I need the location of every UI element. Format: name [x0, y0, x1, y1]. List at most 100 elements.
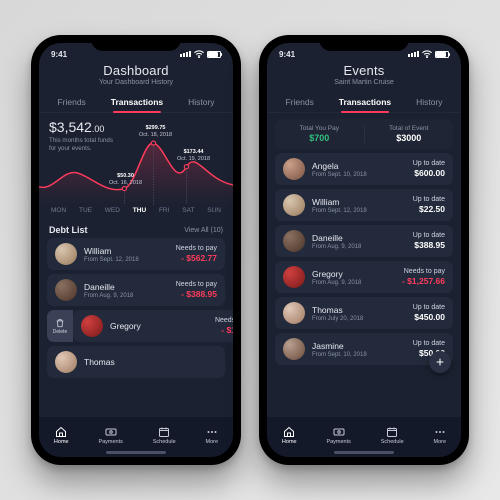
person-date: From July 20, 2018 [312, 316, 413, 322]
person-date: From Sept. 12, 2018 [84, 257, 176, 263]
nav-schedule[interactable]: Schedule [381, 426, 404, 445]
page-subtitle: Your Dashboard History [39, 79, 233, 86]
page-title: Events [267, 63, 461, 78]
nav-payments[interactable]: Payments [326, 426, 350, 445]
person-date: From Sept. 10, 2018 [312, 352, 413, 358]
amount: $22.50 [413, 204, 445, 214]
tab-transactions[interactable]: Transactions [107, 92, 167, 112]
status-label: Needs to [215, 317, 233, 324]
page-subtitle: Saint Martin Cruise [267, 79, 461, 86]
page-title: Dashboard [39, 63, 233, 78]
trash-icon [55, 318, 65, 328]
tab-history[interactable]: History [412, 92, 446, 112]
tab-transactions[interactable]: Transactions [335, 92, 395, 112]
amount: - $562.77 [176, 253, 217, 263]
tabs: Friends Transactions History [267, 92, 461, 113]
list-item[interactable]: DaneilleFrom Aug. 9, 2018Up to date$388.… [275, 225, 453, 257]
avatar [55, 243, 77, 265]
avatar [283, 266, 305, 288]
person-name: Thomas [84, 357, 217, 367]
list-item[interactable]: DeleteGregoryNeeds to- $1,2 [73, 310, 233, 342]
list-item[interactable]: JasmineFrom Sept. 10, 2018Up to date$50.… [275, 333, 453, 365]
amount: - $1,257.66 [402, 276, 445, 286]
status-label: Up to date [413, 304, 445, 311]
status-label: Needs to pay [402, 268, 445, 275]
nav-more[interactable]: More [434, 426, 447, 445]
nav-schedule[interactable]: Schedule [153, 426, 176, 445]
home-indicator[interactable] [106, 451, 166, 454]
amount: $600.00 [413, 168, 445, 178]
total-event-value: 3000 [365, 133, 454, 143]
status-label: Needs to pay [176, 245, 217, 252]
notch [91, 35, 181, 51]
person-name: William [84, 246, 176, 256]
chart[interactable]: $50.30Oct. 16, 2018 $299.75Oct. 18, 2018… [39, 123, 233, 205]
delete-button[interactable]: Delete [47, 310, 73, 342]
payments-icon [333, 426, 345, 438]
avatar [283, 302, 305, 324]
person-name: Gregory [110, 321, 215, 331]
amount: $388.95 [413, 240, 445, 250]
tab-friends[interactable]: Friends [53, 92, 89, 112]
status-time: 9:41 [51, 50, 67, 59]
list-item[interactable]: WilliamFrom Sept. 12, 2018Needs to pay- … [47, 238, 225, 270]
schedule-icon [386, 426, 398, 438]
person-date: From Aug. 9, 2018 [84, 293, 176, 299]
avatar [283, 158, 305, 180]
person-date: From Sept. 12, 2018 [312, 208, 413, 214]
avatar [55, 351, 77, 373]
status-label: Up to date [413, 340, 445, 347]
add-button[interactable] [429, 351, 451, 373]
section-title: Debt List [49, 225, 88, 235]
person-name: Jasmine [312, 341, 413, 351]
list-item[interactable]: WilliamFrom Sept. 12, 2018Up to date$22.… [275, 189, 453, 221]
person-name: Angela [312, 161, 413, 171]
home-icon [283, 426, 295, 438]
tabs: Friends Transactions History [39, 92, 233, 113]
nav-more[interactable]: More [206, 426, 219, 445]
view-all-link[interactable]: View All (10) [184, 227, 223, 234]
schedule-icon [158, 426, 170, 438]
status-label: Up to date [413, 196, 445, 203]
chart-days: MON TUE WED THU FRI SAT SUN [39, 205, 233, 220]
list-item[interactable]: GregoryFrom Aug. 9, 2018Needs to pay- $1… [275, 261, 453, 293]
more-icon [434, 426, 446, 438]
avatar [283, 338, 305, 360]
avatar [283, 194, 305, 216]
page-header: Events Saint Martin Cruise [267, 61, 461, 92]
wifi-icon [422, 50, 432, 58]
total-event-label: Total of Event [365, 125, 454, 132]
more-icon [206, 426, 218, 438]
person-name: Daneille [84, 282, 176, 292]
nav-payments[interactable]: Payments [98, 426, 122, 445]
amount: - $1,2 [215, 325, 233, 335]
totals-card: Total You Pay 700 Total of Event 3000 [275, 119, 453, 149]
home-indicator[interactable] [334, 451, 394, 454]
nav-home[interactable]: Home [282, 426, 297, 445]
person-name: Daneille [312, 233, 413, 243]
amount: $450.00 [413, 312, 445, 322]
list-item[interactable]: DaneilleFrom Aug. 9, 2018Needs to pay- $… [47, 274, 225, 306]
transactions-list: AngelaFrom Sept. 10, 2018Up to date$600.… [267, 153, 461, 365]
list-item[interactable]: Thomas [47, 346, 225, 378]
nav-home[interactable]: Home [54, 426, 69, 445]
tab-friends[interactable]: Friends [281, 92, 317, 112]
chart-tooltip: $50.30Oct. 16, 2018 [109, 173, 142, 186]
signal-icon [180, 51, 191, 57]
chart-tooltip: $173.44Oct. 19, 2018 [177, 149, 210, 162]
page-header: Dashboard Your Dashboard History [39, 61, 233, 92]
chart-tooltip: $299.75Oct. 18, 2018 [139, 125, 172, 138]
list-item[interactable]: ThomasFrom July 20, 2018Up to date$450.0… [275, 297, 453, 329]
list-item[interactable]: AngelaFrom Sept. 10, 2018Up to date$600.… [275, 153, 453, 185]
status-label: Up to date [413, 160, 445, 167]
tab-history[interactable]: History [184, 92, 218, 112]
battery-icon [207, 51, 221, 58]
payments-icon [105, 426, 117, 438]
phone-dashboard: 9:41 Dashboard Your Dashboard History Fr… [31, 35, 241, 465]
plus-icon [435, 357, 445, 367]
total-you-pay-value: 700 [275, 133, 364, 143]
battery-icon [435, 51, 449, 58]
debt-list: WilliamFrom Sept. 12, 2018Needs to pay- … [39, 238, 233, 378]
avatar [283, 230, 305, 252]
person-name: Thomas [312, 305, 413, 315]
